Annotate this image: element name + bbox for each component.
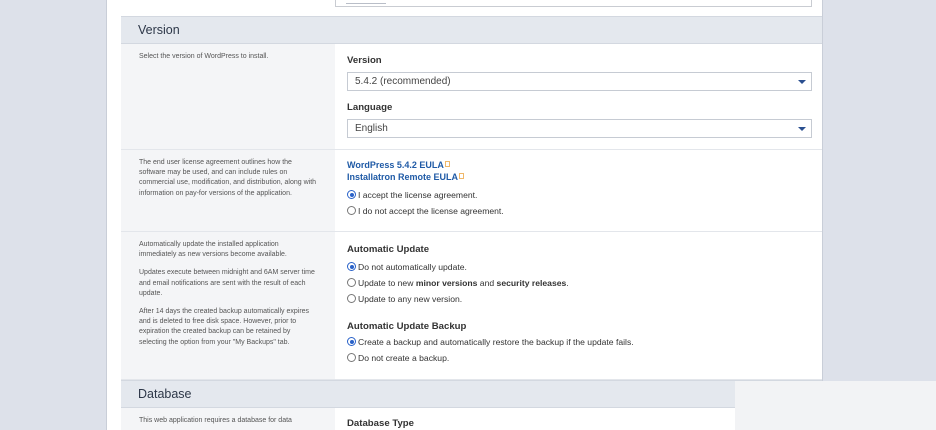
decline-license-radio[interactable]: I do not accept the license agreement. [347,206,504,216]
radio-checked-icon [347,262,356,271]
radio-unchecked-icon [347,206,356,215]
radio-unchecked-icon [347,353,356,362]
previous-field-input[interactable] [335,0,812,7]
auto-update-backup-label: Automatic Update Backup [347,321,467,332]
no-auto-update-radio[interactable]: Do not automatically update. [347,262,467,272]
radio-unchecked-icon [347,278,356,287]
remote-eula-link[interactable]: Installatron Remote EULA [347,172,465,182]
auto-update-label: Automatic Update [347,244,430,255]
chevron-down-icon [798,80,806,84]
version-select[interactable]: 5.4.2 (recommended) [347,72,812,91]
external-link-icon [459,173,465,179]
accept-license-radio[interactable]: I accept the license agreement. [347,190,477,200]
auto-update-row: Automatically update the installed appli… [121,232,822,380]
database-section-header: Database [121,380,822,408]
external-link-icon [444,161,450,167]
radio-checked-icon [347,190,356,199]
any-update-radio[interactable]: Update to any new version. [347,294,462,304]
minor-update-radio[interactable]: Update to new minor versions and securit… [347,278,569,288]
database-description: This web application requires a database… [121,408,335,430]
license-description: The end user license agreement outlines … [121,150,335,231]
chevron-down-icon [798,127,806,131]
no-backup-radio[interactable]: Do not create a backup. [347,353,449,363]
auto-update-description: Automatically update the installed appli… [121,232,335,379]
create-backup-radio[interactable]: Create a backup and automatically restor… [347,337,634,347]
install-form-page: Version Select the version of WordPress … [106,0,823,430]
version-description: Select the version of WordPress to insta… [121,44,335,149]
database-row: This web application requires a database… [121,408,822,430]
version-row: Select the version of WordPress to insta… [121,44,822,150]
radio-checked-icon [347,337,356,346]
eula-link[interactable]: WordPress 5.4.2 EULA [347,160,450,170]
license-row: The end user license agreement outlines … [121,150,822,232]
radio-unchecked-icon [347,294,356,303]
language-label: Language [347,102,393,113]
language-select[interactable]: English [347,119,812,138]
overlay-panel [735,381,936,430]
version-label: Version [347,55,382,66]
version-section-header: Version [121,16,822,44]
database-type-label: Database Type [347,418,415,429]
